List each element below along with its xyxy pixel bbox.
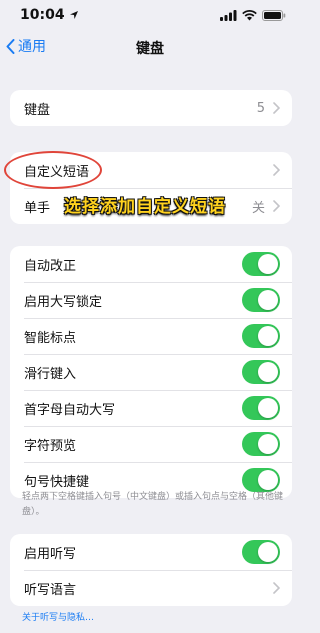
back-label: 通用 bbox=[18, 39, 46, 55]
navigation-bar: 通用 键盘 bbox=[0, 34, 300, 62]
smart-punctuation-switch[interactable] bbox=[242, 324, 280, 348]
smart-punctuation-row: 智能标点 bbox=[10, 318, 292, 354]
auto-correction-switch[interactable] bbox=[242, 252, 280, 276]
dictation-group: 启用听写 听写语言 bbox=[10, 534, 292, 606]
keyboards-group: 键盘 5 bbox=[10, 90, 292, 126]
toggle-label: 启用大写锁定 bbox=[24, 294, 103, 310]
keyboards-row[interactable]: 键盘 5 bbox=[10, 90, 292, 126]
status-time: 10:04 bbox=[20, 7, 79, 23]
toggle-label: 首字母自动大写 bbox=[24, 402, 116, 418]
battery-icon bbox=[262, 9, 286, 21]
toggle-label: 字符预览 bbox=[24, 438, 77, 454]
dictation-languages-row[interactable]: 听写语言 bbox=[10, 570, 292, 606]
tutorial-caption: 选择添加自定义短语 bbox=[64, 197, 226, 217]
chevron-right-icon bbox=[273, 200, 280, 212]
status-indicators bbox=[220, 9, 286, 21]
chevron-right-icon bbox=[273, 102, 280, 114]
period-shortcut-footnote: 轻点两下空格键插入句号（中文键盘）或插入句点与空格（其他键盘）。 bbox=[22, 492, 284, 517]
period-shortcut-switch[interactable] bbox=[242, 468, 280, 492]
enable-dictation-switch[interactable] bbox=[242, 540, 280, 564]
dictation-privacy-link[interactable]: 关于听写与隐私… bbox=[22, 610, 94, 623]
chevron-right-icon bbox=[273, 164, 280, 176]
chevron-right-icon bbox=[273, 582, 280, 594]
caps-lock-row: 启用大写锁定 bbox=[10, 282, 292, 318]
slide-to-type-switch[interactable] bbox=[242, 360, 280, 384]
cellular-signal-icon bbox=[220, 9, 237, 21]
wifi-icon bbox=[242, 9, 257, 20]
dictation-languages-label: 听写语言 bbox=[24, 582, 77, 598]
slide-to-type-row: 滑行键入 bbox=[10, 354, 292, 390]
auto-correction-row: 自动改正 bbox=[10, 246, 292, 282]
character-preview-row: 字符预览 bbox=[10, 426, 292, 462]
toggle-label: 滑行键入 bbox=[24, 366, 77, 382]
location-arrow-icon bbox=[69, 11, 78, 19]
clock-text: 10:04 bbox=[20, 7, 65, 23]
keyboards-count: 5 bbox=[256, 100, 265, 116]
enable-dictation-label: 启用听写 bbox=[24, 546, 77, 562]
enable-dictation-row: 启用听写 bbox=[10, 534, 292, 570]
page-title: 键盘 bbox=[136, 41, 164, 57]
character-preview-switch[interactable] bbox=[242, 432, 280, 456]
caps-lock-switch[interactable] bbox=[242, 288, 280, 312]
auto-capitalization-switch[interactable] bbox=[242, 396, 280, 420]
keyboard-options-group: 自动改正 启用大写锁定 智能标点 滑行键入 首字母自动大写 字符预览 句号快捷键 bbox=[10, 246, 292, 498]
toggle-label: 自动改正 bbox=[24, 258, 77, 274]
back-button[interactable]: 通用 bbox=[6, 36, 46, 56]
auto-capitalization-row: 首字母自动大写 bbox=[10, 390, 292, 426]
keyboards-label: 键盘 bbox=[24, 102, 51, 118]
chevron-left-icon bbox=[6, 38, 15, 54]
highlight-circle bbox=[4, 151, 102, 189]
one-handed-value: 关 bbox=[251, 200, 265, 216]
toggle-label: 句号快捷键 bbox=[24, 474, 90, 490]
toggle-label: 智能标点 bbox=[24, 330, 77, 346]
one-handed-label: 单手 bbox=[24, 200, 51, 216]
status-bar: 10:04 bbox=[0, 0, 300, 30]
